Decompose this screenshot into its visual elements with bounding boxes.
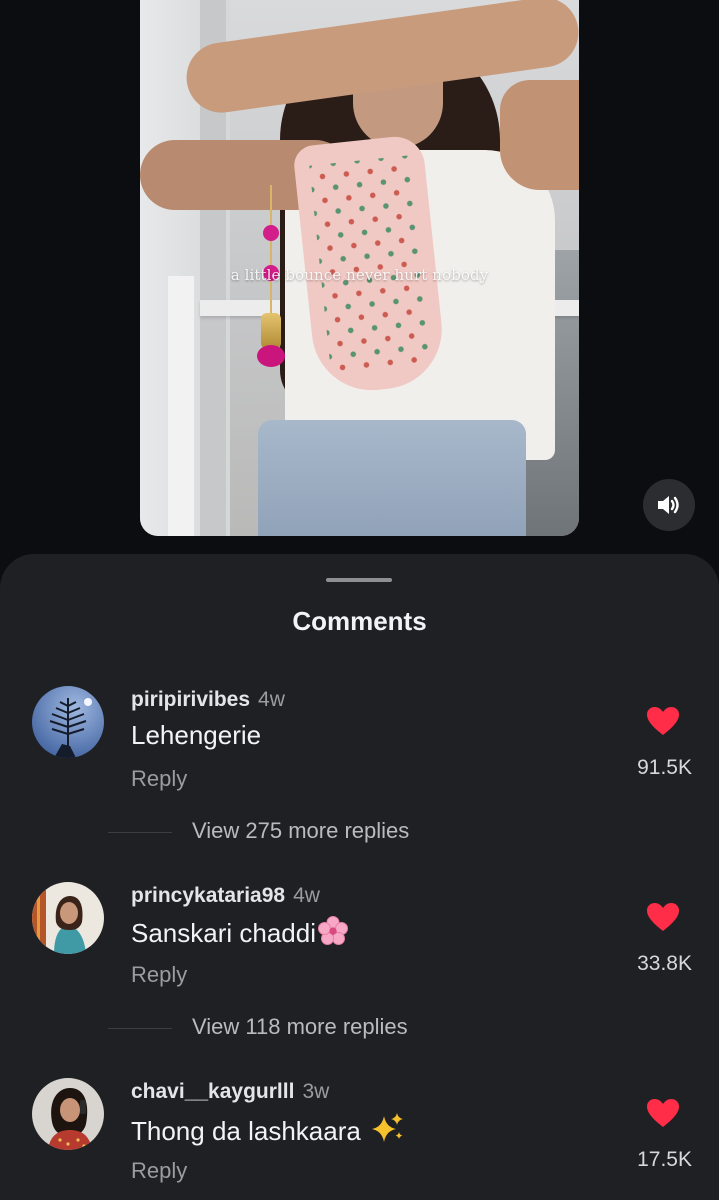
comment-username[interactable]: princykataria98 4w [131,884,320,908]
comment-time: 4w [293,884,320,907]
comment-username[interactable]: chavi__kaygurlll 3w [131,1080,329,1104]
heart-icon[interactable] [646,1098,680,1128]
comment-text-body: Sanskari chaddi [131,918,316,948]
reel-video[interactable]: a little bounce never hurt nobody [140,0,579,536]
view-replies-label: View 118 more replies [192,1014,408,1039]
fern-avatar-image [32,686,104,758]
comment-item: chavi__kaygurlll 3w Thong da lashkaara Re… [0,1078,719,1200]
selfie-avatar-image [32,1078,104,1150]
comments-title: Comments [292,606,427,636]
portrait-avatar-image [32,882,104,954]
comment-text: Sanskari chaddi [131,916,348,949]
comment-time: 4w [258,688,285,711]
comment-text: Lehengerie [131,720,262,750]
comment-item: piripirivibes 4w Lehengerie Reply 91.5K [0,686,719,836]
comment-time: 3w [302,1080,330,1103]
heart-icon[interactable] [646,902,680,932]
like-count: 17.5K [637,1148,692,1171]
reply-button[interactable]: Reply [131,962,187,988]
comment-item: princykataria984w Sanskari chaddi Reply [0,882,719,1032]
view-more-replies[interactable]: View 275 more replies [108,818,608,848]
comment-text-body: Thong da lashkaara [131,1116,361,1146]
like-count: 91.5K [637,756,692,779]
view-replies-label: View 275 more replies [192,818,410,843]
comment-text: Thong da lashkaara [131,1112,405,1147]
avatar[interactable] [32,882,104,954]
video-caption-overlay: a little bounce never hurt nobody [230,266,489,284]
reply-button[interactable]: Reply [131,1158,187,1184]
comment-username[interactable]: piripirivibes 4w [131,688,285,712]
cherry-blossom-icon [318,916,348,945]
speaker-volume-icon [658,496,679,514]
comments-sheet: Comments piripirivibes 4w Lehengerie Rep… [0,554,719,1200]
reply-button[interactable]: Reply [131,766,187,792]
view-more-replies[interactable]: View 118 more replies [108,1014,608,1044]
sparkles-icon [371,1113,403,1142]
avatar[interactable] [32,686,104,758]
heart-icon[interactable] [646,706,680,736]
like-count: 33.8K [637,952,692,975]
sheet-drag-handle[interactable] [326,578,392,582]
sound-toggle-button[interactable] [643,479,695,531]
avatar[interactable] [32,1078,104,1150]
screen: a little bounce never hurt nobody Commen… [0,0,719,1200]
